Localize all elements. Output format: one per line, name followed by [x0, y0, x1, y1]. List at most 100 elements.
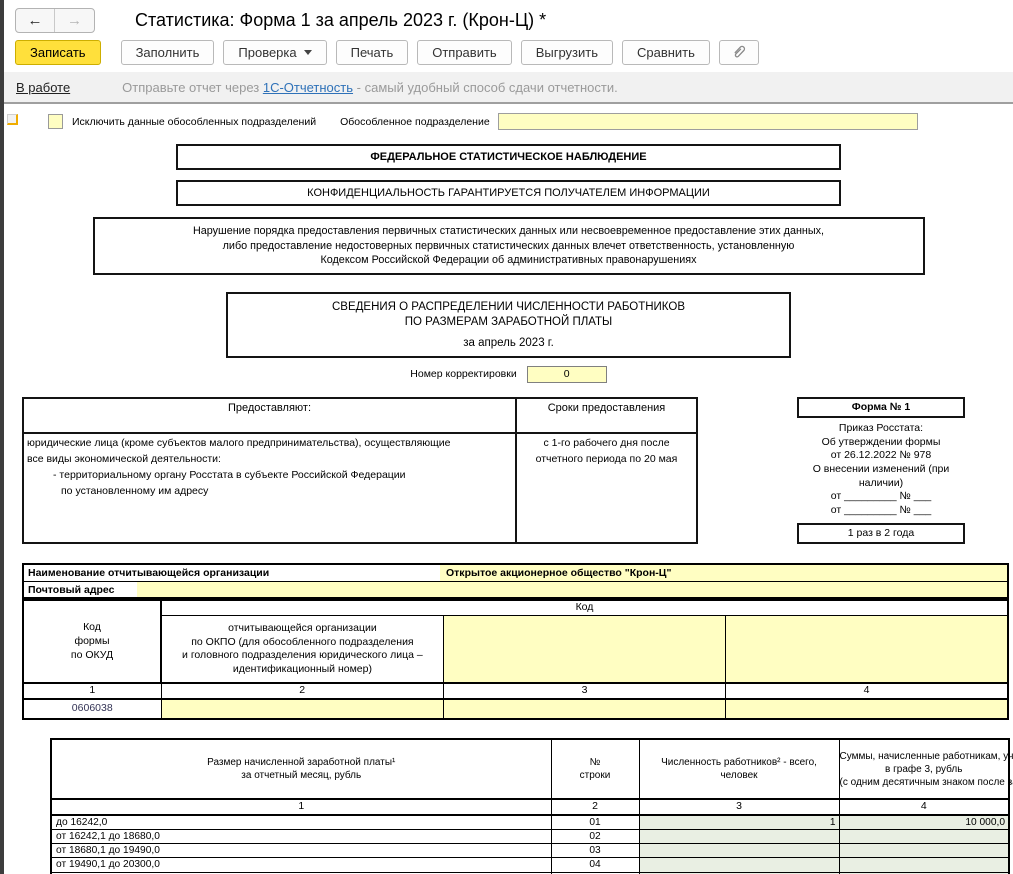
salary-line-no-cell: 01	[550, 814, 640, 830]
compare-button[interactable]: Сравнить	[621, 39, 710, 65]
export-button[interactable]: Выгрузить	[520, 39, 613, 65]
separate-division-input[interactable]	[497, 113, 918, 130]
okud-header-line: по ОКУД	[70, 648, 114, 661]
salary-count-input[interactable]	[638, 857, 840, 873]
hint-prefix: Отправьте отчет через	[122, 79, 263, 95]
salary-sum-input[interactable]	[838, 857, 1010, 873]
salary-distribution-table: Размер начисленной заработной платы¹ за …	[50, 738, 1013, 874]
sums-header: Суммы, начисленные работникам, учтенным …	[838, 738, 1013, 800]
okpo-header-line: и головного подразделения юридического л…	[182, 649, 423, 662]
deadlines-header: Сроки предоставления	[515, 396, 698, 435]
salary-line-no-cell: 04	[550, 857, 640, 873]
org-name-label: Наименование отчитывающейся организации	[24, 565, 440, 582]
salary-row-01: до 16242,0 01 1 10 000,0	[50, 814, 1010, 830]
org-address-input[interactable]	[137, 582, 1007, 598]
warning-line: Кодексом Российской Федерации об админис…	[320, 254, 697, 267]
1c-reporting-link[interactable]: 1С-Отчетность	[263, 80, 353, 95]
providers-and-form-info: Предоставляют: Сроки предоставления юрид…	[22, 396, 1013, 545]
worker-count-header: Численность работников² - всего, человек	[638, 738, 840, 800]
confidentiality-banner: КОНФИДЕНЦИАЛЬНОСТЬ ГАРАНТИРУЕТСЯ ПОЛУЧАТ…	[176, 180, 841, 206]
deadlines-text-cell: с 1-го рабочего дня после отчетного пери…	[515, 432, 698, 545]
okud-header-cell: Код формы по ОКУД	[22, 599, 162, 684]
line-number-header: № строки	[550, 738, 640, 800]
toolbar: Записать Заполнить Проверка Печать Отпра…	[4, 38, 1013, 72]
form-area: Исключить данные обособленных подразделе…	[4, 113, 1013, 874]
okpo-code-input[interactable]	[160, 698, 444, 720]
salary-count-input[interactable]	[638, 843, 840, 859]
salary-range-header: Размер начисленной заработной платы¹ за …	[50, 738, 552, 800]
forward-button[interactable]: →	[55, 9, 94, 32]
providers-text-cell: юридические лица (кроме субъектов малого…	[22, 432, 517, 545]
attachments-button[interactable]	[718, 39, 759, 65]
code-col3-input[interactable]	[442, 698, 727, 720]
correction-number-input[interactable]: 0	[526, 365, 607, 383]
header-line: человек	[720, 770, 758, 782]
header-line: в графе 3, рубль	[885, 763, 963, 775]
violation-warning-box: Нарушение порядка предоставления первичн…	[92, 217, 925, 275]
header-line: Численность работников² - всего,	[661, 757, 817, 769]
header-line: №	[589, 757, 601, 769]
exclude-divisions-checkbox[interactable]	[48, 114, 63, 129]
salary-sum-input[interactable]	[838, 843, 1010, 859]
federal-observation-banner: ФЕДЕРАЛЬНОЕ СТАТИСТИЧЕСКОЕ НАБЛЮДЕНИЕ	[176, 144, 841, 170]
code-col-number: 4	[725, 682, 1009, 701]
order-line: от _________ № ___	[830, 490, 932, 503]
org-address-label: Почтовый адрес	[24, 582, 137, 598]
hint-suffix: - самый удобный способ сдачи отчетности.	[353, 79, 618, 95]
org-name-input[interactable]: Открытое акционерное общество "Крон-Ц"	[440, 565, 1007, 582]
salary-col-number: 3	[638, 798, 840, 816]
org-name-row: Наименование отчитывающейся организации …	[22, 563, 1009, 582]
providers-line: - территориальному органу Росстата в суб…	[53, 468, 406, 481]
salary-row-03: от 18680,1 до 19490,0 03	[50, 843, 1010, 859]
check-dropdown-button[interactable]: Проверка	[223, 39, 327, 65]
kod-header-cell: Код	[160, 599, 1009, 616]
salary-line-no-cell: 02	[550, 828, 640, 845]
salary-count-input[interactable]	[638, 828, 840, 845]
print-button[interactable]: Печать	[335, 39, 409, 65]
header-line: за отчетный месяц, рубль	[241, 770, 362, 782]
header-line: строки	[579, 770, 611, 782]
exclude-divisions-label: Исключить данные обособленных подразделе…	[72, 115, 317, 128]
rosstat-order-lines: Приказ Росстата: Об утверждении формы от…	[797, 422, 965, 517]
code-col4-input[interactable]	[725, 698, 1009, 720]
report-title-line2: ПО РАЗМЕРАМ ЗАРАБОТНОЙ ПЛАТЫ	[404, 315, 613, 328]
order-line: Об утверждении формы	[821, 435, 941, 448]
providers-line: по установленному им адресу	[61, 484, 209, 497]
code-col3-header-field[interactable]	[442, 614, 727, 684]
warning-line: либо предоставление недостоверных первич…	[222, 239, 795, 252]
okpo-header-line: по ОКПО (для обособленного подразделения	[191, 635, 414, 648]
salary-count-input[interactable]: 1	[638, 814, 840, 830]
section-corner-marker	[7, 114, 18, 125]
okud-header-line: формы	[74, 635, 110, 648]
order-line: от _________ № ___	[830, 503, 932, 516]
salary-sum-input[interactable]	[838, 828, 1010, 845]
exclude-row: Исключить данные обособленных подразделе…	[48, 113, 1013, 130]
send-button[interactable]: Отправить	[417, 39, 512, 65]
nav-row: ← → Статистика: Форма 1 за апрель 2023 г…	[4, 0, 1013, 38]
paperclip-icon	[734, 45, 745, 58]
salary-range-cell: от 16242,1 до 18680,0	[50, 828, 552, 845]
code-table: Код формы по ОКУД Код отчитывающейся орг…	[22, 599, 1009, 721]
save-button[interactable]: Записать	[15, 39, 101, 65]
back-button[interactable]: ←	[16, 9, 55, 32]
report-state-link[interactable]: В работе	[16, 80, 70, 95]
code-col-number: 2	[160, 682, 444, 701]
providers-line: все виды экономической деятельности:	[27, 453, 221, 466]
back-arrow-icon: ←	[27, 12, 43, 29]
check-button-label: Проверка	[238, 44, 297, 60]
code-col4-header-field[interactable]	[725, 614, 1009, 684]
order-line: Приказ Росстата:	[838, 422, 924, 435]
report-title-line1: СВЕДЕНИЯ О РАСПРЕДЕЛЕНИИ ЧИСЛЕННОСТИ РАБ…	[331, 300, 685, 313]
warning-line: Нарушение порядка предоставления первичн…	[192, 225, 825, 237]
correction-number-label: Номер корректировки	[410, 368, 517, 380]
okpo-header-line: идентификационный номер)	[232, 662, 372, 675]
statusbar-hint: Отправьте отчет через 1С-Отчетность - са…	[122, 80, 618, 95]
page-title: Статистика: Форма 1 за апрель 2023 г. (К…	[135, 10, 547, 30]
fill-button[interactable]: Заполнить	[120, 39, 215, 65]
okud-code-value: 0606038	[22, 698, 162, 720]
code-col-number: 3	[442, 682, 727, 701]
report-period: за апрель 2023 г.	[463, 336, 554, 349]
okud-header-line: Код	[83, 621, 101, 634]
salary-sum-input[interactable]: 10 000,0	[838, 814, 1010, 830]
organization-block: Наименование отчитывающейся организации …	[22, 563, 1009, 600]
